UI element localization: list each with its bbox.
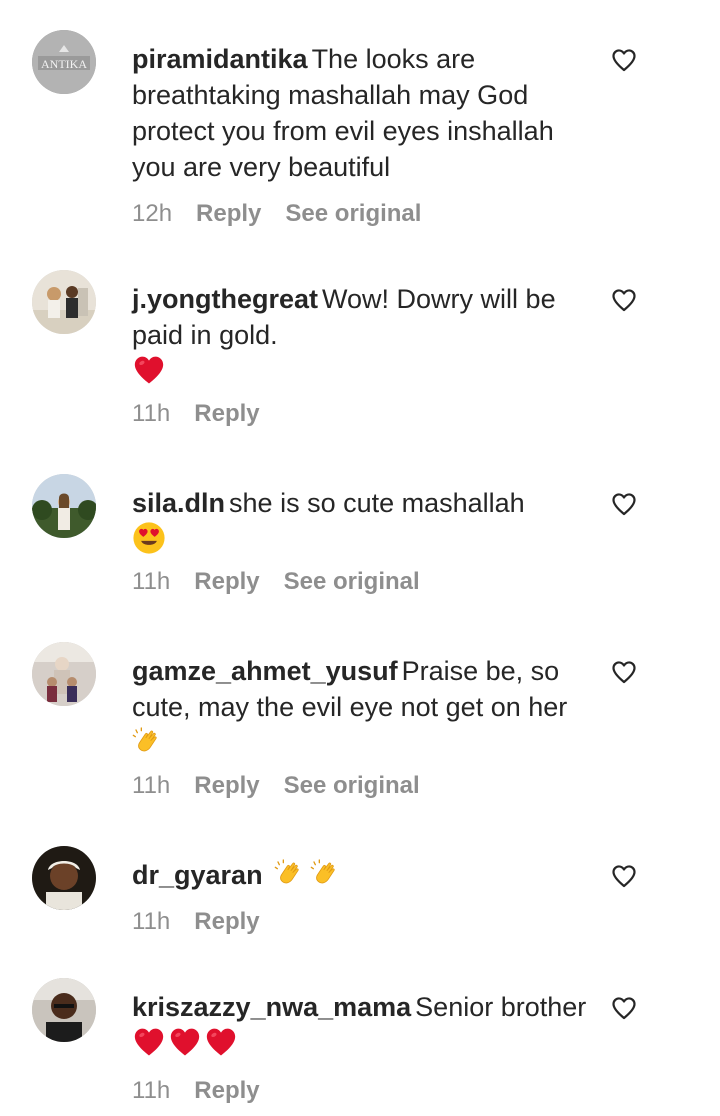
comment-username[interactable]: dr_gyaran (132, 860, 263, 890)
red-heart-emoji (132, 1025, 166, 1059)
comment-username[interactable]: j.yongthegreat (132, 284, 318, 314)
avatar[interactable] (32, 642, 96, 706)
comment-text: piramidantika The looks are breathtaking … (132, 41, 587, 185)
avatar[interactable] (32, 474, 96, 538)
see-original-button[interactable]: See original (284, 772, 420, 799)
see-original-button[interactable]: See original (284, 568, 420, 595)
comment-emoji (132, 521, 587, 557)
avatar[interactable] (32, 270, 96, 334)
clapping-hands-emoji (310, 858, 342, 890)
comment-emoji (132, 725, 587, 761)
comment-text: kriszazzy_nwa_mama Senior brother (132, 989, 587, 1062)
like-heart-icon[interactable] (610, 862, 638, 890)
clapping-hands-emoji (132, 726, 164, 758)
comment-text: dr_gyaran (132, 857, 587, 893)
see-original-button[interactable]: See original (285, 200, 421, 227)
like-heart-icon[interactable] (610, 46, 638, 74)
comment-text: sila.dln she is so cute mashallah (132, 485, 587, 557)
reply-button[interactable]: Reply (194, 1077, 259, 1104)
comment-time: 11h (132, 908, 171, 935)
like-heart-icon[interactable] (610, 286, 638, 314)
comment-meta: 11h Reply (132, 1076, 587, 1106)
clapping-hands-emoji (274, 858, 306, 890)
like-heart-icon[interactable] (610, 658, 638, 686)
like-heart-icon[interactable] (610, 490, 638, 518)
avatar[interactable]: ANTIKA (32, 30, 96, 94)
comment-emoji (132, 353, 587, 389)
red-heart-emoji (132, 353, 166, 387)
comment-body: she is so cute mashallah (229, 488, 525, 518)
comment-time: 12h (132, 200, 173, 227)
like-heart-icon[interactable] (610, 994, 638, 1022)
comment-time: 11h (132, 1077, 171, 1104)
comment-time: 11h (132, 400, 171, 427)
red-heart-emoji (168, 1025, 202, 1059)
avatar[interactable] (32, 978, 96, 1042)
comment-time: 11h (132, 772, 171, 799)
comment-username[interactable]: piramidantika (132, 44, 308, 74)
avatar-logo-text: ANTIKA (41, 57, 87, 71)
comment-username[interactable]: gamze_ahmet_yusuf (132, 656, 398, 686)
comment-meta: 12h Reply See original (132, 199, 587, 229)
reply-button[interactable]: Reply (196, 200, 261, 227)
reply-button[interactable]: Reply (194, 568, 259, 595)
heart-eyes-emoji (132, 521, 166, 555)
reply-button[interactable]: Reply (194, 908, 259, 935)
reply-button[interactable]: Reply (194, 400, 259, 427)
comment-body: Senior brother (415, 992, 587, 1022)
avatar[interactable] (32, 846, 96, 910)
red-heart-emoji (204, 1025, 238, 1059)
reply-button[interactable]: Reply (194, 772, 259, 799)
comment-text: gamze_ahmet_yusuf Praise be, so cute, may… (132, 653, 587, 761)
comment-username[interactable]: kriszazzy_nwa_mama (132, 992, 411, 1022)
comment-meta: 11h Reply See original (132, 567, 587, 597)
comment-meta: 11h Reply (132, 399, 587, 429)
comment-meta: 11h Reply See original (132, 771, 587, 801)
comment-text: j.yongthegreat Wow! Dowry will be paid in… (132, 281, 587, 389)
comment-time: 11h (132, 568, 171, 595)
comment-meta: 11h Reply (132, 907, 587, 937)
comment-username[interactable]: sila.dln (132, 488, 225, 518)
